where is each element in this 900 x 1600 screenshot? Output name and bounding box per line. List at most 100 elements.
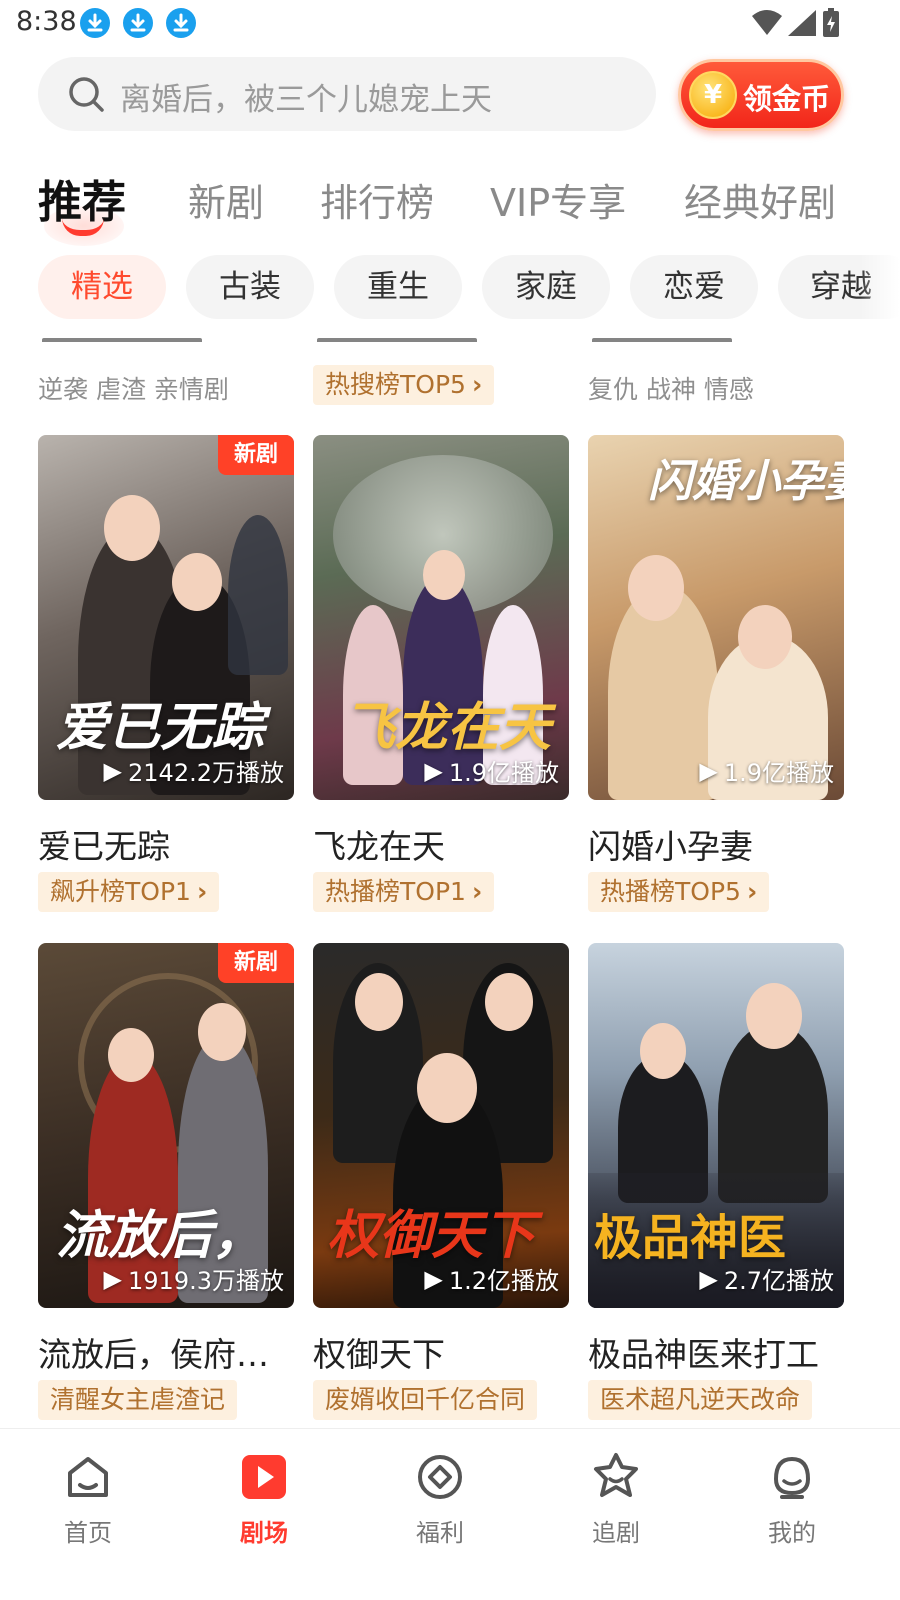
nav-home[interactable]: 首页 bbox=[28, 1449, 148, 1548]
partial-title-fragment bbox=[588, 330, 844, 354]
theater-play-icon bbox=[242, 1455, 286, 1499]
poster-face bbox=[172, 553, 222, 611]
play-count: ▶ 1.9亿播放 bbox=[699, 753, 834, 788]
nav-label: 首页 bbox=[64, 1519, 112, 1547]
play-icon: ▶ bbox=[103, 1264, 123, 1293]
tab-vip[interactable]: VIP专享 bbox=[490, 172, 626, 227]
download-icon bbox=[123, 8, 153, 38]
drama-genre-tags: 复仇 战神 情感 bbox=[588, 375, 754, 404]
status-time: 8:38 bbox=[16, 6, 77, 37]
poster-face bbox=[355, 973, 403, 1031]
download-icon bbox=[166, 8, 196, 38]
rank-tag-label: 热搜榜TOP5 bbox=[325, 370, 466, 399]
play-count-value: 2142.2万播放 bbox=[128, 759, 284, 787]
chip-featured[interactable]: 精选 bbox=[38, 255, 166, 319]
nav-theater[interactable]: 剧场 bbox=[204, 1449, 324, 1548]
partial-title-fragment bbox=[313, 330, 569, 354]
follow-icon bbox=[594, 1453, 638, 1497]
chip-family[interactable]: 家庭 bbox=[482, 255, 610, 319]
play-count: ▶ 2142.2万播放 bbox=[104, 753, 284, 788]
drama-genre-tags: 逆袭 虐渣 亲情剧 bbox=[38, 375, 229, 404]
poster-face bbox=[628, 555, 684, 621]
drama-title[interactable]: 流放后，侯府… bbox=[38, 1328, 294, 1376]
rank-tag[interactable]: 飙升榜TOP1 › bbox=[38, 872, 220, 912]
search-placeholder: 离婚后，被三个儿媳宠上天 bbox=[120, 82, 492, 118]
search-input[interactable]: 离婚后，被三个儿媳宠上天 bbox=[38, 57, 656, 131]
play-count: ▶ 1.9亿播放 bbox=[424, 753, 559, 788]
poster-figure bbox=[228, 515, 288, 675]
claim-coins-label: 领金币 bbox=[743, 82, 831, 116]
tab-rankings[interactable]: 排行榜 bbox=[320, 172, 434, 227]
rank-tag-label: 热播榜TOP5 bbox=[600, 877, 741, 906]
poster-title-art: 飞龙在天 bbox=[343, 697, 552, 758]
rank-tag[interactable]: 热播榜TOP5 › bbox=[588, 872, 770, 912]
rank-tag-label: 热播榜TOP1 bbox=[325, 877, 466, 906]
nav-profile[interactable]: 我的 bbox=[732, 1449, 852, 1548]
play-icon: ▶ bbox=[424, 1264, 443, 1293]
chevron-right-icon: › bbox=[746, 877, 758, 906]
drama-poster[interactable]: 权御天下 ▶ 1.2亿播放 bbox=[313, 943, 569, 1308]
nav-label: 福利 bbox=[416, 1519, 464, 1547]
status-bar: 8:38 bbox=[0, 0, 900, 48]
chip-romance[interactable]: 恋爱 bbox=[630, 255, 758, 319]
play-icon: ▶ bbox=[103, 756, 123, 785]
drama-title[interactable]: 闪婚小孕妻 bbox=[588, 820, 844, 868]
drama-poster[interactable]: 爱已无踪 新剧 ▶ 2142.2万播放 bbox=[38, 435, 294, 800]
download-icon bbox=[80, 8, 110, 38]
poster-face bbox=[423, 550, 465, 600]
signal-icon bbox=[788, 10, 816, 36]
coin-icon: ¥ bbox=[689, 71, 737, 119]
nav-label: 剧场 bbox=[240, 1519, 288, 1547]
drama-poster[interactable]: 闪婚小孕妻 ▶1.9亿播放 bbox=[588, 435, 844, 800]
chip-rebirth[interactable]: 重生 bbox=[334, 255, 462, 319]
drama-title[interactable]: 极品神医来打工 bbox=[588, 1328, 844, 1376]
bottom-navigation: 首页 剧场 福利 追剧 我的 bbox=[0, 1428, 900, 1600]
nav-welfare[interactable]: 福利 bbox=[380, 1449, 500, 1548]
chip-costume[interactable]: 古装 bbox=[186, 255, 314, 319]
search-icon bbox=[69, 77, 104, 112]
new-badge: 新剧 bbox=[218, 435, 294, 475]
new-badge: 新剧 bbox=[218, 943, 294, 983]
chevron-right-icon: › bbox=[196, 877, 208, 906]
drama-tagline[interactable]: 废婿收回千亿合同 bbox=[313, 1380, 538, 1420]
play-icon: ▶ bbox=[699, 1264, 718, 1293]
rank-tag[interactable]: 热播榜TOP1 › bbox=[313, 872, 495, 912]
poster-face bbox=[104, 495, 160, 561]
play-count: ▶ 1.2亿播放 bbox=[424, 1261, 559, 1296]
drama-tagline[interactable]: 清醒女主虐渣记 bbox=[38, 1380, 238, 1420]
poster-face bbox=[746, 983, 802, 1049]
drama-title[interactable]: 权御天下 bbox=[313, 1328, 569, 1376]
drama-poster[interactable]: 流放后， 新剧 ▶ 1919.3万播放 bbox=[38, 943, 294, 1308]
home-icon bbox=[68, 1457, 108, 1497]
poster-title-art: 极品神医 bbox=[594, 1210, 787, 1266]
poster-face bbox=[108, 1028, 154, 1082]
drama-poster[interactable]: 极品神医 ▶ 2.7亿播放 bbox=[588, 943, 844, 1308]
poster-face bbox=[417, 1053, 477, 1123]
drama-tagline[interactable]: 医术超凡逆天改命 bbox=[588, 1380, 813, 1420]
play-count-value: 1.9亿播放 bbox=[448, 759, 559, 787]
play-count-value: 2.7亿播放 bbox=[723, 1267, 834, 1295]
drama-title[interactable]: 爱已无踪 bbox=[38, 820, 294, 868]
play-icon: ▶ bbox=[424, 756, 443, 785]
drama-poster[interactable]: 飞龙在天 ▶ 1.9亿播放 bbox=[313, 435, 569, 800]
tab-classics[interactable]: 经典好剧 bbox=[684, 172, 836, 227]
poster-title-art: 爱已无踪 bbox=[56, 697, 265, 758]
nav-label: 追剧 bbox=[592, 1519, 640, 1547]
play-count: ▶ 2.7亿播放 bbox=[699, 1261, 834, 1296]
tab-new-drama[interactable]: 新剧 bbox=[188, 172, 264, 227]
play-count-value: 1.9亿播放 bbox=[723, 759, 834, 787]
chips-fade bbox=[860, 250, 900, 324]
play-icon: ▶ bbox=[699, 756, 718, 785]
nav-follow[interactable]: 追剧 bbox=[556, 1449, 676, 1548]
rank-tag[interactable]: 热搜榜TOP5 › bbox=[313, 365, 495, 405]
profile-icon bbox=[773, 1456, 811, 1499]
drama-title[interactable]: 飞龙在天 bbox=[313, 820, 569, 868]
play-count-value: 1919.3万播放 bbox=[128, 1267, 284, 1295]
chevron-right-icon: › bbox=[471, 877, 483, 906]
poster-title-art: 权御天下 bbox=[327, 1205, 536, 1266]
claim-coins-button[interactable]: ¥ 领金币 bbox=[678, 59, 844, 131]
poster-title-art: 闪婚小孕妻 bbox=[648, 456, 844, 507]
poster-face bbox=[198, 1003, 246, 1061]
wifi-icon bbox=[752, 10, 782, 35]
poster-face bbox=[485, 973, 533, 1031]
